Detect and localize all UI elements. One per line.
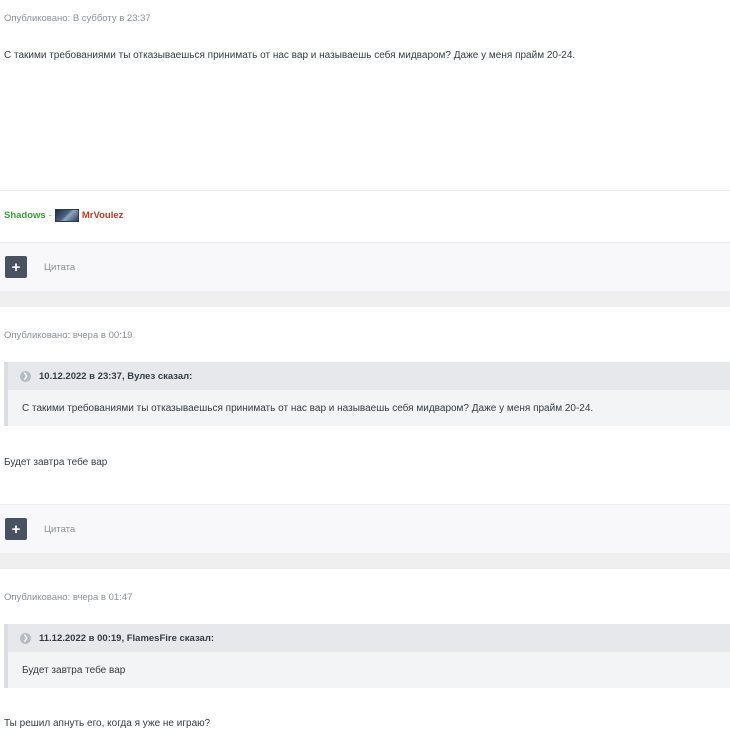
- signature-separator: -: [48, 210, 52, 221]
- quote-header: ❯ 10.12.2022 в 23:37, Вулез сказал:: [8, 362, 730, 390]
- quote-header-text[interactable]: 10.12.2022 в 23:37, Вулез сказал:: [39, 371, 192, 382]
- post-text: С такими требованиями ты отказываешься п…: [4, 50, 576, 61]
- post-gap: [0, 291, 730, 307]
- post-meta: Опубликовано: вчера в 01:47: [4, 592, 133, 603]
- post-text: Будет завтра тебе вар: [4, 457, 108, 468]
- quote-header: ❯ 11.12.2022 в 00:19, FlamesFire сказал:: [8, 624, 730, 652]
- signature-name[interactable]: MrVoulez: [82, 210, 124, 221]
- multiquote-button[interactable]: +: [5, 518, 27, 540]
- divider: [0, 190, 730, 191]
- plus-icon: +: [11, 520, 21, 538]
- post-gap: [0, 553, 730, 569]
- quote-button[interactable]: Цитата: [44, 262, 75, 273]
- multiquote-button[interactable]: +: [5, 256, 27, 278]
- plus-icon: +: [11, 258, 21, 276]
- rank-image: [54, 209, 79, 222]
- signature-group: Shadows: [4, 210, 46, 221]
- post-text: Ты решил апнуть его, когда я уже не игра…: [4, 718, 211, 729]
- quote-block: ❯ 10.12.2022 в 23:37, Вулез сказал: С та…: [4, 362, 730, 426]
- post-toolbar: + Цитата: [0, 504, 730, 553]
- signature: Shadows - MrVoulez: [4, 209, 123, 222]
- quote-icon: ❯: [20, 632, 31, 644]
- quote-icon: ❯: [20, 370, 31, 382]
- quote-body: С такими требованиями ты отказываешься п…: [22, 402, 594, 414]
- quote-block: ❯ 11.12.2022 в 00:19, FlamesFire сказал:…: [4, 624, 730, 688]
- post-toolbar: + Цитата: [0, 242, 730, 291]
- quote-header-text[interactable]: 11.12.2022 в 00:19, FlamesFire сказал:: [39, 633, 214, 644]
- quote-body: Будет завтра тебе вар: [22, 664, 126, 676]
- post-meta: Опубликовано: вчера в 00:19: [4, 330, 133, 341]
- quote-button[interactable]: Цитата: [44, 524, 75, 535]
- post-meta: Опубликовано: В субботу в 23:37: [4, 13, 151, 24]
